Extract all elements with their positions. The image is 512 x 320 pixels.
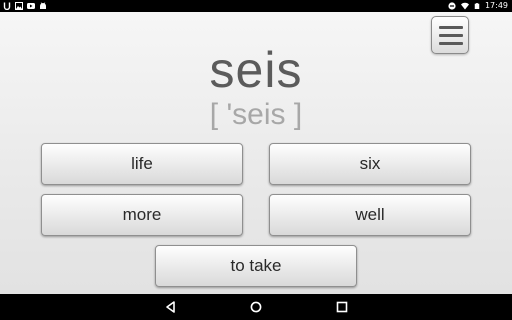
youtube-icon (27, 3, 35, 9)
answer-button-3[interactable]: more (41, 194, 243, 236)
battery-icon (474, 3, 480, 9)
wifi-icon (460, 2, 469, 10)
answer-button-4[interactable]: well (269, 194, 471, 236)
status-time: 17:49 (484, 1, 508, 10)
do-not-disturb-icon (448, 2, 456, 10)
navigation-bar (0, 294, 512, 320)
phonetic-transcription: [ 'seis ] (209, 98, 303, 131)
quiz-screen: seis [ 'seis ] life six more well to tak… (0, 12, 512, 294)
notification-u-icon (3, 2, 11, 10)
answer-button-2[interactable]: six (269, 143, 471, 185)
status-bar: 17:49 (0, 0, 512, 12)
home-icon[interactable] (248, 299, 264, 315)
recents-icon[interactable] (334, 299, 350, 315)
android-icon (40, 2, 46, 9)
quiz-word: seis (209, 42, 303, 98)
image-icon (15, 2, 23, 10)
status-left-icons (3, 1, 47, 11)
status-right-icons: 17:49 (448, 0, 508, 12)
back-icon[interactable] (163, 299, 179, 315)
answer-button-5[interactable]: to take (155, 245, 357, 287)
answer-button-1[interactable]: life (41, 143, 243, 185)
